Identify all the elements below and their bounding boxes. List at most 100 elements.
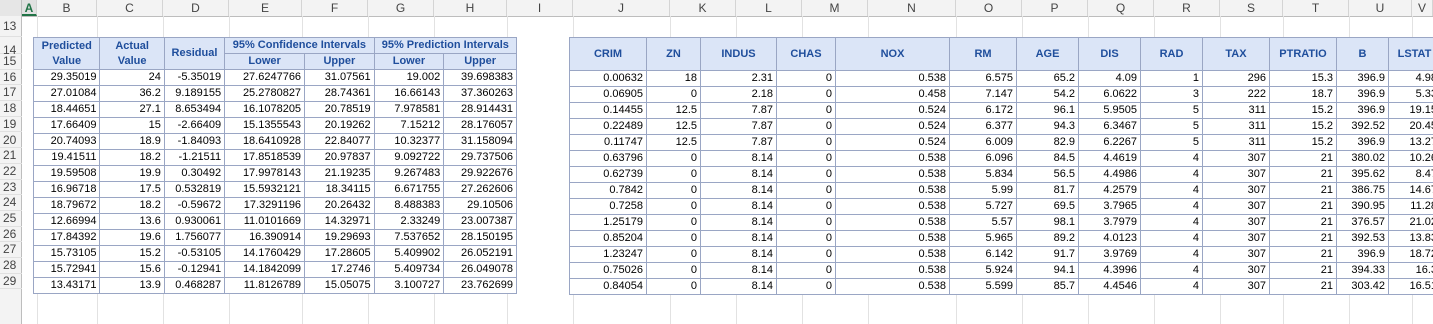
- table-cell[interactable]: 85.7: [1016, 278, 1079, 295]
- table-cell[interactable]: 18.72: [1388, 246, 1433, 263]
- table-cell[interactable]: 8.14: [700, 182, 777, 199]
- table-cell[interactable]: 0.06905: [569, 86, 647, 103]
- table-cell[interactable]: 21.02: [1388, 214, 1433, 231]
- table-cell[interactable]: 0.468287: [163, 277, 226, 294]
- table-cell[interactable]: 89.2: [1016, 230, 1079, 247]
- table-cell[interactable]: 303.42: [1336, 278, 1389, 295]
- column-header-p[interactable]: P: [1022, 0, 1088, 16]
- table-cell[interactable]: 0: [776, 86, 836, 103]
- table-cell[interactable]: -1.21511: [163, 149, 226, 166]
- table-cell[interactable]: 6.671755: [373, 181, 445, 198]
- table-cell[interactable]: 4.0123: [1078, 230, 1141, 247]
- header-pi-upper[interactable]: Upper: [443, 53, 517, 70]
- table-cell[interactable]: 0.532819: [163, 181, 226, 198]
- table-cell[interactable]: 0: [646, 278, 701, 295]
- table-cell[interactable]: 5.834: [949, 166, 1017, 183]
- table-cell[interactable]: 24: [99, 69, 165, 86]
- table-cell[interactable]: 27.1: [99, 101, 165, 118]
- table-cell[interactable]: 6.096: [949, 150, 1017, 167]
- header-lstat[interactable]: LSTAT: [1388, 37, 1433, 71]
- table-cell[interactable]: 0.63796: [569, 150, 647, 167]
- table-cell[interactable]: 23.007387: [443, 213, 517, 230]
- row-header-27[interactable]: 27: [0, 242, 22, 259]
- table-cell[interactable]: 21: [1269, 182, 1337, 199]
- row-header-17[interactable]: 17: [0, 85, 22, 102]
- table-cell[interactable]: -0.53105: [163, 245, 226, 262]
- table-cell[interactable]: 0.30492: [163, 165, 226, 182]
- column-header-a[interactable]: A: [22, 0, 37, 16]
- row-header-26[interactable]: 26: [0, 227, 22, 243]
- table-cell[interactable]: 5.965: [949, 230, 1017, 247]
- table-cell[interactable]: 13.27: [1388, 134, 1433, 151]
- table-cell[interactable]: 18.2: [99, 149, 165, 166]
- table-cell[interactable]: 0: [776, 118, 836, 135]
- column-header-i[interactable]: I: [507, 0, 573, 16]
- table-cell[interactable]: 0.538: [835, 198, 950, 215]
- row-header-29[interactable]: 29: [0, 274, 22, 290]
- table-cell[interactable]: 0: [776, 150, 836, 167]
- column-header-j[interactable]: J: [573, 0, 670, 16]
- table-cell[interactable]: 8.47: [1388, 166, 1433, 183]
- table-cell[interactable]: 8.14: [700, 246, 777, 263]
- column-header-q[interactable]: Q: [1088, 0, 1154, 16]
- table-cell[interactable]: 5.924: [949, 262, 1017, 279]
- table-cell[interactable]: 7.87: [700, 134, 777, 151]
- table-cell[interactable]: 27.262606: [443, 181, 517, 198]
- row-header-19[interactable]: 19: [0, 117, 22, 133]
- table-cell[interactable]: 0.538: [835, 150, 950, 167]
- table-cell[interactable]: 0: [776, 230, 836, 247]
- table-cell[interactable]: 19.29693: [304, 229, 375, 246]
- table-cell[interactable]: 307: [1202, 230, 1270, 247]
- table-cell[interactable]: 0.538: [835, 182, 950, 199]
- row-header-18[interactable]: 18: [0, 101, 22, 117]
- column-header-s[interactable]: S: [1220, 0, 1283, 16]
- table-cell[interactable]: 14.1842099: [224, 261, 306, 278]
- table-cell[interactable]: 91.7: [1016, 246, 1079, 263]
- table-cell[interactable]: 16.96718: [32, 181, 101, 198]
- table-cell[interactable]: 394.33: [1336, 262, 1389, 279]
- row-header-20[interactable]: 20: [0, 133, 22, 149]
- table-cell[interactable]: 0: [776, 166, 836, 183]
- table-cell[interactable]: 84.5: [1016, 150, 1079, 167]
- table-cell[interactable]: 307: [1202, 214, 1270, 231]
- table-cell[interactable]: 5.99: [949, 182, 1017, 199]
- table-cell[interactable]: 5: [1140, 102, 1203, 119]
- table-cell[interactable]: 18.34115: [304, 181, 375, 198]
- header-tax[interactable]: TAX: [1202, 37, 1270, 71]
- table-cell[interactable]: 12.5: [646, 134, 701, 151]
- table-cell[interactable]: 31.158094: [443, 133, 517, 150]
- table-cell[interactable]: 19.59508: [32, 165, 101, 182]
- row-header-25[interactable]: 25: [0, 211, 22, 227]
- header-rm[interactable]: RM: [949, 37, 1017, 71]
- table-cell[interactable]: 15: [99, 117, 165, 134]
- column-header-v[interactable]: V: [1412, 0, 1433, 16]
- table-cell[interactable]: 307: [1202, 278, 1270, 295]
- table-cell[interactable]: 4.2579: [1078, 182, 1141, 199]
- table-cell[interactable]: 307: [1202, 198, 1270, 215]
- table-cell[interactable]: 17.28605: [304, 245, 375, 262]
- table-cell[interactable]: 0.538: [835, 166, 950, 183]
- table-cell[interactable]: 37.360263: [443, 85, 517, 102]
- table-cell[interactable]: 3.7965: [1078, 198, 1141, 215]
- table-cell[interactable]: 5.599: [949, 278, 1017, 295]
- table-cell[interactable]: 21.19235: [304, 165, 375, 182]
- table-cell[interactable]: 36.2: [99, 85, 165, 102]
- table-cell[interactable]: 0: [776, 198, 836, 215]
- table-cell[interactable]: 20.19262: [304, 117, 375, 134]
- table-cell[interactable]: 23.762699: [443, 277, 517, 294]
- table-cell[interactable]: 18.7: [1269, 86, 1337, 103]
- table-cell[interactable]: 96.1: [1016, 102, 1079, 119]
- table-cell[interactable]: 386.75: [1336, 182, 1389, 199]
- table-cell[interactable]: 17.5: [99, 181, 165, 198]
- table-cell[interactable]: 21: [1269, 230, 1337, 247]
- column-header-f[interactable]: F: [302, 0, 368, 16]
- table-cell[interactable]: 0: [646, 214, 701, 231]
- table-cell[interactable]: 5.57: [949, 214, 1017, 231]
- table-cell[interactable]: 21: [1269, 262, 1337, 279]
- table-cell[interactable]: 56.5: [1016, 166, 1079, 183]
- table-cell[interactable]: 15.73105: [32, 245, 101, 262]
- table-cell[interactable]: 9.267483: [373, 165, 445, 182]
- table-cell[interactable]: 0: [776, 246, 836, 263]
- table-cell[interactable]: 8.14: [700, 198, 777, 215]
- table-cell[interactable]: 15.2: [1269, 134, 1337, 151]
